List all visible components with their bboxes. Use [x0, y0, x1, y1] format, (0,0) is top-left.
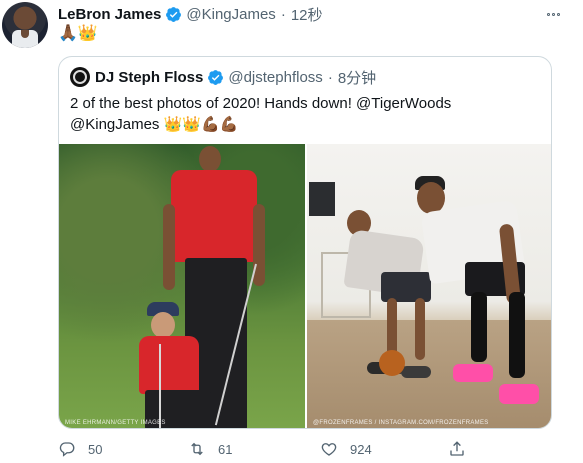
photo-credit: @FROZENFRAMES / INSTAGRAM.COM/FROZENFRAM…: [313, 420, 489, 426]
tweet[interactable]: LeBron James @KingJames · 12秒 🙏🏾👑 DJ Ste…: [0, 0, 583, 463]
photo-basketball[interactable]: @FROZENFRAMES / INSTAGRAM.COM/FROZENFRAM…: [307, 144, 551, 428]
quoted-tweet[interactable]: DJ Steph Floss @djstephfloss · 8分钟 2 of …: [58, 56, 552, 429]
author-handle[interactable]: @KingJames: [186, 6, 275, 23]
tweet-text: 🙏🏾👑: [58, 25, 98, 42]
share-button[interactable]: [448, 440, 466, 458]
like-icon: [321, 443, 337, 456]
more-options-icon[interactable]: [543, 6, 563, 22]
tweet-actions: 50 61 924: [58, 438, 468, 460]
tweet-time[interactable]: 12秒: [291, 4, 323, 25]
separator-dot: ·: [327, 68, 333, 86]
verified-badge-icon: [166, 6, 182, 22]
retweet-button[interactable]: 61: [188, 440, 232, 458]
photo-golf[interactable]: MIKE EHRMANN/GETTY IMAGES: [59, 144, 305, 428]
tweet-header: LeBron James @KingJames · 12秒: [58, 4, 323, 24]
quoted-author-name[interactable]: DJ Steph Floss: [95, 69, 203, 86]
quoted-author-avatar[interactable]: [70, 67, 90, 87]
reply-button[interactable]: 50: [58, 440, 102, 458]
quoted-tweet-header: DJ Steph Floss @djstephfloss · 8分钟: [70, 67, 376, 87]
share-icon: [450, 441, 464, 456]
verified-badge-icon: [208, 69, 224, 85]
author-name[interactable]: LeBron James: [58, 6, 161, 23]
separator-dot: ·: [280, 5, 286, 23]
retweet-count: 61: [218, 441, 233, 457]
like-button[interactable]: 924: [320, 440, 372, 458]
quoted-text-line-1: 2 of the best photos of 2020! Hands down…: [70, 95, 452, 112]
retweet-icon: [191, 442, 203, 456]
author-avatar[interactable]: [2, 2, 48, 48]
quoted-author-handle[interactable]: @djstephfloss: [228, 69, 322, 86]
quoted-text-line-2: @KingJames 👑👑💪🏾💪🏾: [70, 116, 239, 133]
photo-credit: MIKE EHRMANN/GETTY IMAGES: [65, 420, 166, 426]
quoted-tweet-time[interactable]: 8分钟: [338, 67, 376, 88]
reply-count: 50: [88, 441, 103, 457]
reply-icon: [59, 442, 75, 457]
photo-grid: MIKE EHRMANN/GETTY IMAGES @FROZENFRAMES …: [59, 144, 551, 428]
quoted-tweet-text: 2 of the best photos of 2020! Hands down…: [70, 93, 540, 135]
like-count: 924: [350, 441, 372, 457]
